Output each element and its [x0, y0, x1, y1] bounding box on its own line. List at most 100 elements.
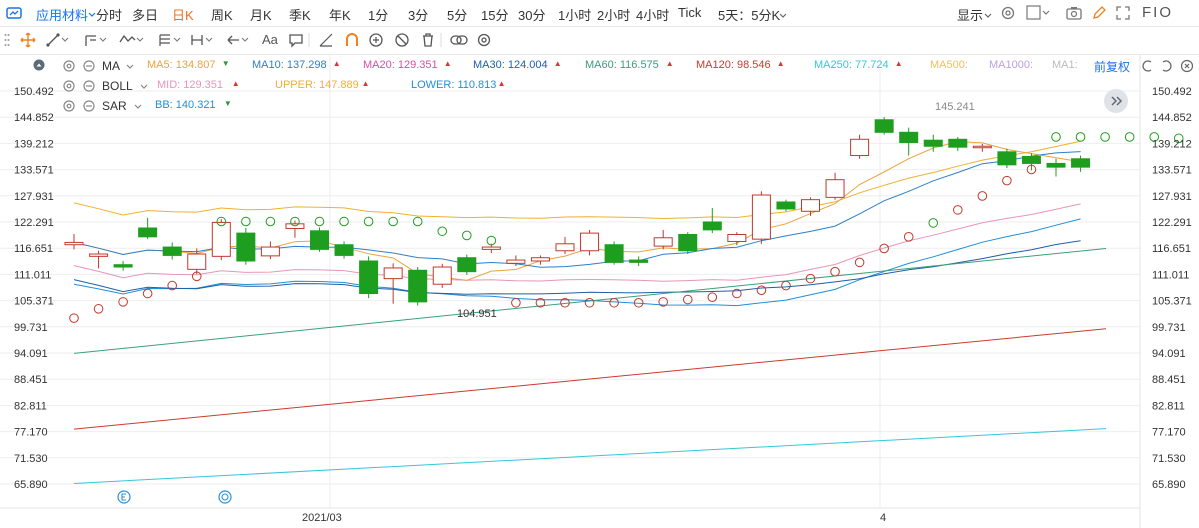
period-tab-3[interactable]: 周K [211, 5, 233, 24]
hide-icon[interactable] [394, 32, 410, 51]
y-tick-label: 99.731 [14, 322, 48, 334]
period-tab-6[interactable]: 年K [329, 5, 351, 24]
ma250-line [73, 428, 1107, 484]
price-chart[interactable]: 150.492 150.492144.852 144.852139.212 139.2… [0, 54, 1199, 528]
candle-body [162, 246, 182, 256]
lock-icon[interactable] [368, 32, 384, 51]
ma-value-3: MA30: 124.004 [473, 59, 548, 71]
chevron-down-icon[interactable] [88, 8, 96, 22]
redo-icon[interactable] [1160, 59, 1174, 76]
candle-body [629, 259, 649, 263]
sar-dot [1075, 132, 1086, 142]
period-tab-12[interactable]: 1小时 [558, 5, 591, 24]
period-tab-14[interactable]: 4小时 [636, 5, 669, 24]
candle-body [1021, 155, 1041, 164]
chevron-down-icon[interactable] [126, 62, 134, 74]
up-arrow-icon: ▲ [776, 59, 785, 68]
y-tick-label: 127.931 [14, 191, 54, 203]
display-menu[interactable]: 显示 [957, 5, 983, 24]
chevron-down-icon[interactable] [779, 9, 787, 23]
measure-icon[interactable] [190, 32, 214, 51]
trend-line-icon[interactable] [46, 32, 70, 51]
y-tick-label: 111.011 [1152, 269, 1189, 281]
arrow-tool-icon[interactable] [226, 32, 250, 51]
text-tool-button[interactable]: Aa [262, 32, 278, 47]
period-tab-10[interactable]: 15分 [481, 5, 508, 24]
candle-body [580, 232, 600, 252]
channel-tool-icon[interactable] [84, 32, 108, 51]
sar-settings-icon[interactable] [62, 99, 76, 116]
top-toolbar: 应用材料 分时 多日 日K 周K 月K 季K 年K 1分 3分 5分 15分 30分 1小时 2小时 4小时… [0, 0, 1199, 27]
ma-label[interactable]: MA [102, 59, 120, 73]
multi-period-selector[interactable]: 5天：5分K [718, 5, 780, 24]
sar-dot [781, 280, 791, 291]
pencil-icon[interactable] [1091, 5, 1107, 24]
checkbox-icon[interactable] [1026, 5, 1050, 24]
toolbar-settings-icon[interactable] [476, 32, 492, 51]
camera-icon[interactable] [1066, 5, 1082, 24]
ma5-line [73, 140, 1081, 281]
low-annotation: 104.951 [457, 308, 497, 320]
stock-name-selector[interactable]: 应用材料 [36, 5, 88, 24]
fullscreen-icon[interactable] [1115, 5, 1131, 24]
sar-value-0: BB: 140.321 [155, 99, 216, 111]
undo-icon[interactable] [1140, 59, 1154, 76]
boll-settings-icon[interactable] [62, 79, 76, 96]
period-tab-1[interactable]: 多日 [132, 5, 158, 24]
sar-visibility-icon[interactable] [82, 99, 96, 116]
period-tab-11[interactable]: 30分 [518, 5, 545, 24]
period-tab-5[interactable]: 季K [289, 5, 311, 24]
drag-handle-icon[interactable] [4, 33, 10, 50]
period-tab-2[interactable]: 日K [172, 5, 194, 24]
period-tab-9[interactable]: 5分 [447, 5, 467, 24]
link-icon[interactable] [450, 32, 468, 51]
boll-label[interactable]: BOLL [102, 79, 133, 93]
up-arrow-icon: ▲ [894, 59, 903, 68]
candle-body [432, 266, 452, 285]
sar-dot [363, 216, 374, 227]
candle-body [359, 260, 379, 295]
ma-value-8: MA1000: [989, 59, 1034, 71]
trash-icon[interactable] [420, 32, 436, 51]
candle-body [334, 244, 354, 256]
sar-dot [314, 216, 325, 227]
sar-dot [682, 294, 693, 305]
ma-value-4: MA60: 116.575 [585, 59, 659, 71]
sar-dot [486, 235, 497, 246]
y-tick-label: 99.731 [1152, 322, 1186, 334]
candle-body [481, 246, 501, 250]
fq-button[interactable]: FIO [1142, 4, 1173, 21]
expand-panel-icon[interactable] [1103, 88, 1129, 117]
event-e-icon[interactable] [117, 490, 131, 507]
chevron-down-icon[interactable] [134, 102, 142, 114]
comment-icon[interactable] [288, 32, 304, 51]
magnet-icon[interactable] [344, 32, 360, 51]
period-tab-7[interactable]: 1分 [368, 5, 388, 24]
fibonacci-icon[interactable] [158, 32, 182, 51]
collapse-icon[interactable] [33, 59, 45, 74]
candle-body [310, 230, 329, 250]
crosshair-move-icon[interactable] [20, 32, 36, 51]
chevron-down-icon[interactable] [984, 9, 992, 23]
settings-gear-icon[interactable] [1000, 5, 1016, 24]
up-arrow-icon: ▲ [665, 59, 674, 68]
wave-tool-icon[interactable] [118, 32, 144, 51]
period-tab-0[interactable]: 分时 [96, 5, 122, 24]
ma-visibility-icon[interactable] [82, 59, 96, 76]
candlesticks [64, 116, 1091, 306]
event-dividend-icon[interactable] [218, 490, 232, 507]
ma-settings-icon[interactable] [62, 59, 76, 76]
chevron-down-icon[interactable] [140, 82, 148, 94]
period-tab-13[interactable]: 2小时 [597, 5, 630, 24]
boll-visibility-icon[interactable] [82, 79, 96, 96]
divider-icon [308, 32, 310, 51]
close-icon[interactable] [1180, 59, 1194, 76]
ruler-icon[interactable] [318, 32, 334, 51]
fq-mode-button[interactable]: 前复权 [1094, 58, 1130, 75]
period-tab-15[interactable]: Tick [678, 5, 701, 20]
sar-label[interactable]: SAR [102, 99, 127, 113]
candle-body [1046, 162, 1066, 168]
y-tick-label: 139.212 [14, 138, 54, 150]
period-tab-4[interactable]: 月K [250, 5, 272, 24]
period-tab-8[interactable]: 3分 [408, 5, 428, 24]
